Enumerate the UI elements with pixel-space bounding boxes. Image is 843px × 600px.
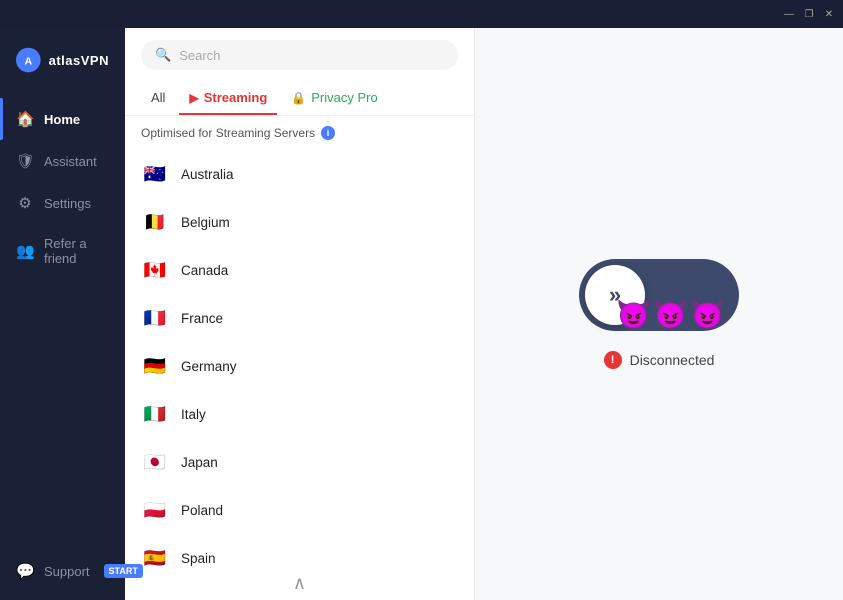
status-row: ! Disconnected — [604, 351, 715, 369]
search-icon: 🔍 — [155, 47, 171, 63]
close-button[interactable]: ✕ — [823, 8, 835, 20]
country-name: Australia — [181, 167, 234, 182]
tab-all-label: All — [151, 90, 165, 105]
tab-streaming-label: Streaming — [204, 90, 268, 105]
sidebar-item-refer[interactable]: 👥 Refer a friend — [0, 224, 125, 278]
list-item[interactable]: 🇧🇪 Belgium — [125, 198, 474, 246]
sidebar-item-support-label: Support — [44, 564, 90, 579]
country-name: Spain — [181, 551, 216, 566]
svg-text:A: A — [25, 55, 33, 67]
main-content: 🔍 All ▶ Streaming 🔒 Privacy Pro O — [125, 0, 843, 600]
tab-privacy-label: Privacy Pro — [311, 90, 377, 105]
settings-icon: ⚙ — [16, 194, 34, 212]
atlasvpn-logo: A — [16, 46, 41, 74]
list-item[interactable]: 🇫🇷 France — [125, 294, 474, 342]
status-error-icon: ! — [604, 351, 622, 369]
country-name: Italy — [181, 407, 206, 422]
country-name: Poland — [181, 503, 223, 518]
sidebar-item-support[interactable]: 💬 Support START — [0, 550, 125, 592]
vpn-char-3: 😈 — [690, 298, 725, 331]
sidebar-item-home-label: Home — [44, 112, 80, 127]
info-icon[interactable]: i — [321, 126, 335, 140]
search-input[interactable] — [179, 48, 444, 63]
country-flag: 🇵🇱 — [141, 496, 169, 524]
scroll-indicator: ∧ — [125, 567, 474, 600]
optimised-label: Optimised for Streaming Servers i — [125, 116, 474, 146]
list-item[interactable]: 🇩🇪 Germany — [125, 342, 474, 390]
sidebar-item-home[interactable]: 🏠 Home — [0, 98, 125, 140]
sidebar-item-settings[interactable]: ⚙ Settings — [0, 182, 125, 224]
country-flag: 🇨🇦 — [141, 256, 169, 284]
sidebar-item-assistant[interactable]: 🛡 Assistant — [0, 140, 125, 182]
tab-bar: All ▶ Streaming 🔒 Privacy Pro — [125, 82, 474, 116]
sidebar: A atlasVPN 🏠 Home 🛡 Assistant ⚙ Settings… — [0, 0, 125, 600]
sidebar-item-settings-label: Settings — [44, 196, 91, 211]
tab-privacy[interactable]: 🔒 Privacy Pro — [281, 82, 387, 115]
list-item[interactable]: 🇨🇦 Canada — [125, 246, 474, 294]
vpn-characters: 😈 😈 😈 — [616, 259, 725, 331]
sidebar-bottom: 💬 Support START — [0, 550, 125, 600]
refer-icon: 👥 — [16, 242, 34, 260]
country-name: Belgium — [181, 215, 230, 230]
country-flag: 🇪🇸 — [141, 544, 169, 567]
list-item[interactable]: 🇪🇸 Spain — [125, 534, 474, 567]
home-icon: 🏠 — [16, 110, 34, 128]
assistant-icon: 🛡 — [16, 152, 34, 170]
country-name: Japan — [181, 455, 218, 470]
list-item[interactable]: 🇦🇺 Australia — [125, 150, 474, 198]
sidebar-item-refer-label: Refer a friend — [44, 236, 109, 266]
country-name: Canada — [181, 263, 228, 278]
start-badge: START — [104, 564, 143, 578]
country-flag: 🇮🇹 — [141, 400, 169, 428]
maximize-button[interactable]: ❐ — [803, 8, 815, 20]
minimize-button[interactable]: — — [783, 8, 795, 20]
vpn-toggle[interactable]: » 😈 😈 😈 — [579, 259, 739, 331]
logo-text: atlasVPN — [49, 53, 109, 68]
right-panel: » 😈 😈 😈 ! Disconnected — [475, 28, 843, 600]
server-panel: 🔍 All ▶ Streaming 🔒 Privacy Pro O — [125, 28, 475, 600]
list-item[interactable]: 🇯🇵 Japan — [125, 438, 474, 486]
country-flag: 🇦🇺 — [141, 160, 169, 188]
support-icon: 💬 — [16, 562, 34, 580]
tab-streaming[interactable]: ▶ Streaming — [179, 82, 277, 115]
status-text: Disconnected — [630, 352, 715, 368]
streaming-icon: ▶ — [189, 91, 198, 105]
content-row: 🔍 All ▶ Streaming 🔒 Privacy Pro O — [125, 28, 843, 600]
optimised-text: Optimised for Streaming Servers — [141, 126, 315, 140]
tab-all[interactable]: All — [141, 82, 175, 115]
country-name: France — [181, 311, 223, 326]
country-flag: 🇩🇪 — [141, 352, 169, 380]
country-flag: 🇧🇪 — [141, 208, 169, 236]
sidebar-item-assistant-label: Assistant — [44, 154, 97, 169]
vpn-char-2: 😈 — [653, 298, 688, 331]
country-flag: 🇯🇵 — [141, 448, 169, 476]
country-flag: 🇫🇷 — [141, 304, 169, 332]
list-item[interactable]: 🇮🇹 Italy — [125, 390, 474, 438]
logo-area: A atlasVPN — [0, 28, 125, 98]
list-item[interactable]: 🇵🇱 Poland — [125, 486, 474, 534]
country-name: Germany — [181, 359, 237, 374]
search-bar: 🔍 — [141, 40, 458, 70]
vpn-illustration: » 😈 😈 😈 ! Disconnected — [579, 259, 739, 369]
privacy-icon: 🔒 — [291, 91, 306, 105]
title-bar: — ❐ ✕ — [0, 0, 843, 28]
country-list: 🇦🇺 Australia 🇧🇪 Belgium 🇨🇦 Canada 🇫🇷 France 🇩🇪 Ge… — [125, 146, 474, 567]
vpn-char-1: 😈 — [616, 298, 651, 331]
